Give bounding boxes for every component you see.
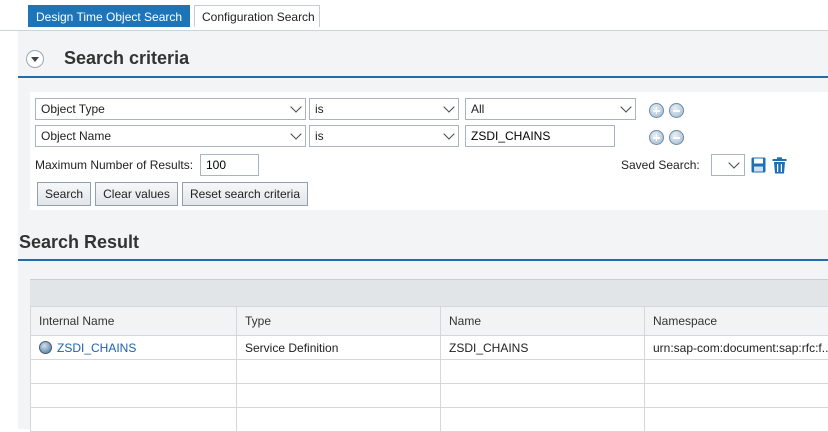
results-toolbar [30,279,828,307]
column-header-internal-name[interactable]: Internal Name [31,307,237,336]
object-name-input[interactable] [465,125,615,147]
search-result-title: Search Result [19,232,139,253]
add-row-icon[interactable] [649,130,664,145]
operator-select-1[interactable]: is [309,98,459,120]
saved-search-label: Saved Search: [621,158,700,172]
attribute-select-1-value: Object Type [41,102,105,116]
delete-icon[interactable] [772,157,787,174]
remove-row-icon[interactable] [669,130,684,145]
search-criteria-title: Search criteria [64,48,189,69]
reset-search-criteria-button[interactable]: Reset search criteria [182,182,308,206]
tab-configuration-search[interactable]: Configuration Search [194,5,320,27]
attribute-select-1[interactable]: Object Type [35,98,306,120]
results-table: Internal Name Type Name Namespace ZSDI_C… [30,306,828,432]
internal-name-link[interactable]: ZSDI_CHAINS [57,341,136,355]
attribute-select-2[interactable]: Object Name [35,125,306,147]
tab-design-time-object-search[interactable]: Design Time Object Search [28,5,190,27]
max-results-input[interactable] [200,154,259,176]
operator-select-2-value: is [315,129,324,143]
chevron-down-icon [443,128,454,139]
cell-name: ZSDI_CHAINS [441,336,645,360]
add-row-icon[interactable] [649,103,664,118]
remove-row-icon[interactable] [669,103,684,118]
column-header-type[interactable]: Type [237,307,441,336]
cell-type: Service Definition [237,336,441,360]
service-definition-icon [39,341,52,354]
table-row-empty [31,408,828,432]
value-select-1[interactable]: All [465,98,636,120]
section-divider [18,76,828,78]
operator-select-2[interactable]: is [309,125,459,147]
table-row[interactable]: ZSDI_CHAINS Service Definition ZSDI_CHAI… [31,336,828,360]
chevron-down-icon [290,128,301,139]
cell-namespace: urn:sap-com:document:sap:rfc:f... [645,336,828,360]
table-row-empty [31,384,828,408]
chevron-down-icon [290,101,301,112]
chevron-down-icon [728,157,739,168]
chevron-down-icon [443,101,454,112]
column-header-namespace[interactable]: Namespace [645,307,828,336]
section-divider [18,259,828,261]
max-results-label: Maximum Number of Results: [35,158,193,172]
cell-internal-name[interactable]: ZSDI_CHAINS [31,336,237,360]
attribute-select-2-value: Object Name [41,129,111,143]
table-row-empty [31,360,828,384]
saved-search-select[interactable] [711,154,745,176]
value-select-1-value: All [471,102,484,116]
clear-values-button[interactable]: Clear values [95,182,178,206]
table-header-row: Internal Name Type Name Namespace [31,307,828,336]
tab-bar: Design Time Object Search Configuration … [0,0,828,31]
operator-select-1-value: is [315,102,324,116]
collapse-icon[interactable] [26,50,44,68]
search-button[interactable]: Search [37,182,91,206]
chevron-down-icon [620,101,631,112]
save-icon[interactable] [751,157,766,173]
column-header-name[interactable]: Name [441,307,645,336]
